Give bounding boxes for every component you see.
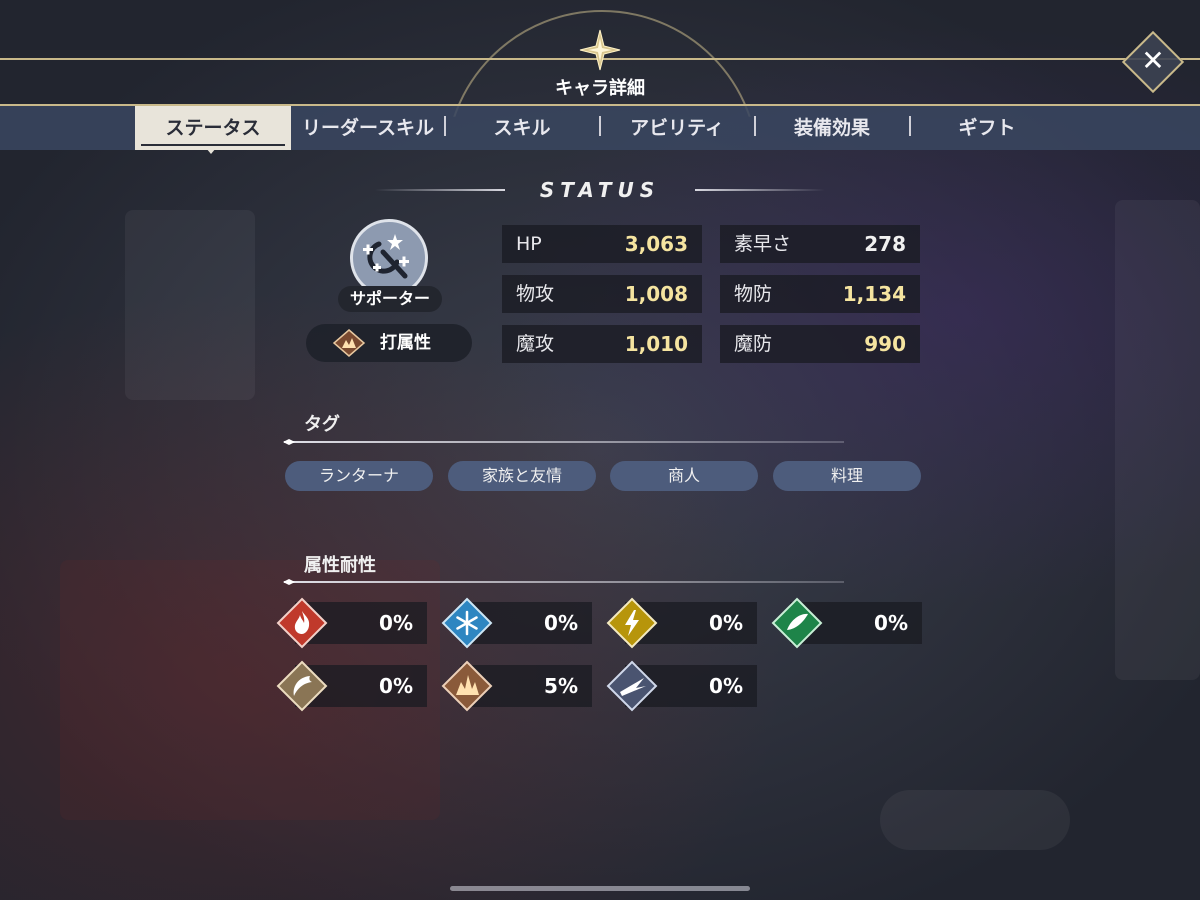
tab-separator [909, 116, 911, 136]
thunder-icon [606, 597, 658, 649]
stat-label: 魔攻 [516, 333, 555, 355]
stat-physical-defense: 物防 1,134 [720, 275, 920, 313]
tags-divider [284, 441, 844, 443]
resistance-value: 0% [709, 674, 743, 698]
fire-icon [276, 597, 328, 649]
tab-skill[interactable]: スキル [446, 106, 598, 150]
blunt-icon [441, 660, 493, 712]
background-panel [1115, 200, 1200, 680]
resistance-value: 0% [709, 611, 743, 635]
stat-magic-defense: 魔防 990 [720, 325, 920, 363]
star-emblem-icon [579, 29, 621, 71]
attribute-label: 打属性 [380, 333, 431, 353]
stat-label: 物防 [734, 283, 773, 305]
stat-hp: HP 3,063 [502, 225, 702, 263]
background-panel [125, 210, 255, 400]
role-label: サポーター [338, 286, 442, 312]
tag-chip[interactable]: 商人 [610, 461, 758, 491]
stat-physical-attack: 物攻 1,008 [502, 275, 702, 313]
resistance-divider [284, 581, 844, 583]
slash-icon [276, 660, 328, 712]
tab-equipment-effect[interactable]: 装備効果 [756, 106, 908, 150]
resistance-heading: 属性耐性 [304, 555, 376, 576]
page-title: キャラ詳細 [555, 78, 645, 99]
ice-icon [441, 597, 493, 649]
tab-leader-skill[interactable]: リーダースキル [291, 106, 445, 150]
resistance-value: 0% [379, 611, 413, 635]
divider-ornament-icon [283, 439, 295, 445]
wind-icon [771, 597, 823, 649]
active-tab-pointer [206, 148, 216, 154]
stat-value: 278 [864, 232, 906, 256]
resistance-value: 0% [379, 674, 413, 698]
tab-ability[interactable]: アビリティ [601, 106, 753, 150]
tab-separator [444, 116, 446, 136]
pierce-icon [606, 660, 658, 712]
resistance-value: 0% [874, 611, 908, 635]
tags-heading: タグ [304, 414, 340, 435]
divider-ornament-icon [283, 579, 295, 585]
stat-value: 3,063 [624, 232, 688, 256]
background-panel [880, 790, 1070, 850]
close-icon[interactable]: ✕ [1131, 40, 1175, 84]
status-divider-right [695, 189, 825, 191]
stat-label: 魔防 [734, 333, 773, 355]
status-heading: STATUS [539, 178, 661, 202]
tab-separator [754, 116, 756, 136]
tag-chip[interactable]: ランターナ [285, 461, 433, 491]
tag-chip[interactable]: 家族と友情 [448, 461, 596, 491]
tab-gift[interactable]: ギフト [911, 106, 1063, 150]
blunt-attribute-icon [332, 329, 366, 357]
tab-status[interactable]: ステータス [135, 106, 291, 150]
stat-value: 1,134 [842, 282, 906, 306]
resistance-value: 0% [544, 611, 578, 635]
stat-value: 1,008 [624, 282, 688, 306]
stat-label: HP [516, 233, 542, 255]
stat-speed: 素早さ 278 [720, 225, 920, 263]
tab-separator [599, 116, 601, 136]
tag-chip[interactable]: 料理 [773, 461, 921, 491]
stat-label: 物攻 [516, 283, 555, 305]
resistance-value: 5% [544, 674, 578, 698]
stat-magic-attack: 魔攻 1,010 [502, 325, 702, 363]
home-indicator[interactable] [450, 886, 750, 891]
stat-label: 素早さ [734, 233, 792, 255]
stat-value: 990 [864, 332, 906, 356]
stat-value: 1,010 [624, 332, 688, 356]
